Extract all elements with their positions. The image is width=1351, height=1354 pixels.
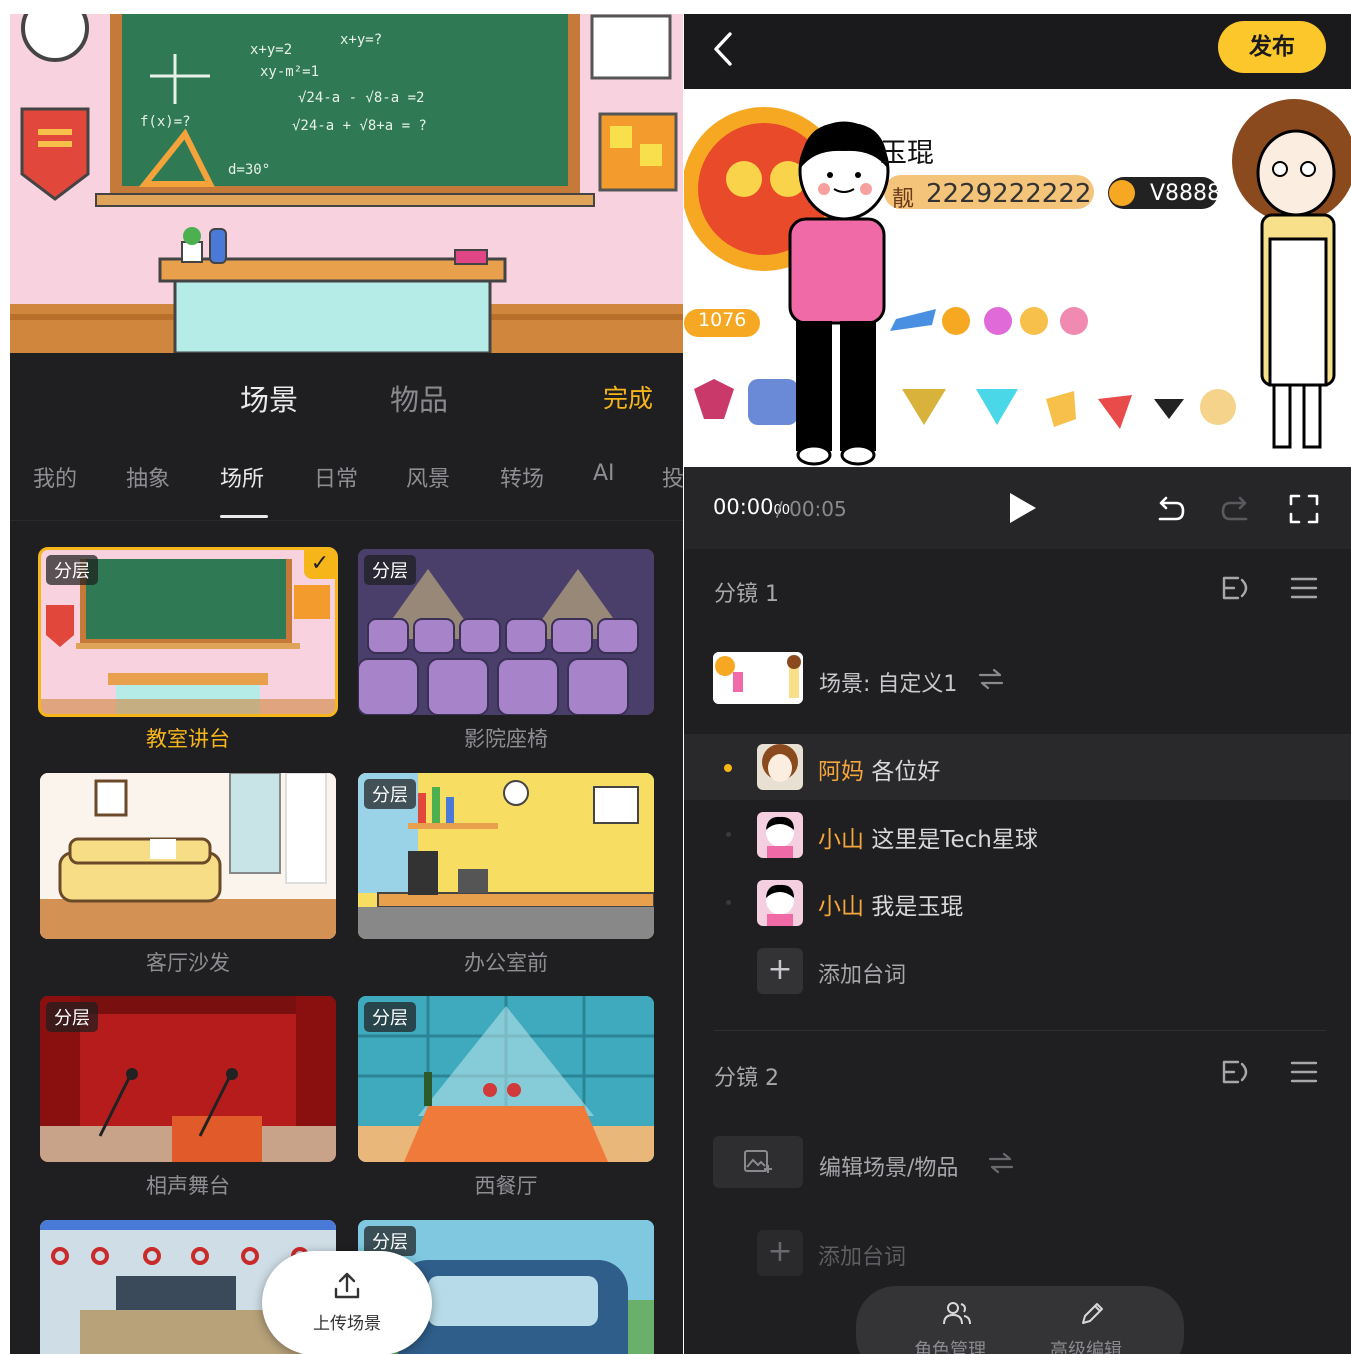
total-time: / 00:05 [776,497,847,521]
scene-thumbnail[interactable] [713,652,803,704]
bottom-toolbar: 角色管理 高级编辑 [856,1286,1184,1354]
layer-badge: 分层 [46,555,98,585]
edit-scene-label[interactable]: 编辑场景/物品 [819,1150,958,1182]
scene-label-classroom: 教室讲台 [146,727,230,751]
layer-badge: 分层 [364,555,416,585]
scene-card-office[interactable]: 分层 [358,773,654,939]
scene-preview: x+y=2 x+y=? xy-m²=1 √24-a - √8-a =2 √24-… [10,14,683,353]
category-tab-more[interactable]: 投 [662,461,683,493]
publish-button[interactable]: 发布 [1218,21,1326,73]
pencil-icon [1082,1303,1103,1324]
avatar-xiaoshan [757,812,803,858]
classroom-illustration: x+y=2 x+y=? xy-m²=1 √24-a - √8-a =2 √24-… [10,14,683,353]
scene-card-living-room[interactable] [40,773,336,939]
dialogue-line[interactable]: 阿妈 各位好 [818,752,940,786]
living-room-thumbnail [40,773,336,939]
advanced-edit-button[interactable]: 高级编辑 [1042,1286,1142,1354]
scene-label[interactable]: 场景: 自定义1 [819,666,957,698]
playback-bar: 00:0000 / 00:05 [684,467,1351,549]
board-text-1: x+y=2 [250,42,292,58]
scene-label-western-restaurant: 西餐厅 [474,1174,538,1198]
fullscreen-icon[interactable] [1288,493,1320,525]
scene-card-classroom[interactable]: 分层 ✓ [38,547,338,717]
edit-scene-placeholder[interactable] [713,1136,803,1188]
add-line-button[interactable]: + [757,1230,803,1276]
play-icon[interactable] [1006,491,1038,525]
role-management-button[interactable]: 角色管理 [906,1286,1006,1354]
tab-scene[interactable]: 场景 [240,377,298,419]
category-tab-abstract[interactable]: 抽象 [126,461,170,493]
category-underline [220,515,268,518]
done-button[interactable]: 完成 [603,379,653,415]
preview-id-prefix: 靓 [892,187,915,212]
preview-name: 玉琨 [880,138,934,169]
advanced-edit-label: 高级编辑 [1050,1340,1122,1354]
board-text-4: √24-a - √8-a =2 [298,90,424,106]
shot-divider [714,1030,1326,1031]
top-bar: 发布 [684,14,1351,89]
shot-1-title: 分镜 1 [714,582,779,607]
scene-label-comedy-stage: 相声舞台 [146,1174,230,1198]
scene-label-cinema: 影院座椅 [464,727,548,751]
avatar-xiaoshan [757,880,803,926]
swap-icon[interactable] [978,668,1004,690]
preview-id: 2229222222 [926,179,1092,209]
check-icon: ✓ [304,549,336,579]
board-text-6: f(x)=? [140,114,191,130]
layer-badge: 分层 [46,1002,98,1032]
upload-scene-label: 上传场景 [313,1314,381,1334]
role-management-label: 角色管理 [914,1340,986,1354]
add-line-button[interactable]: + [757,948,803,994]
menu-icon[interactable] [1290,574,1318,602]
board-text-3: xy-m²=1 [260,64,319,80]
upload-scene-button[interactable]: 上传场景 [262,1251,432,1354]
shot-2-title: 分镜 2 [714,1066,779,1091]
scene-card-comedy-stage[interactable]: 分层 [40,996,336,1162]
scene-thumbnail-image [713,652,803,704]
scene-card-cinema[interactable]: 分层 [358,549,654,715]
add-line-label[interactable]: 添加台词 [818,957,906,989]
scene-label-office: 办公室前 [464,951,548,975]
preview-illustration [684,89,1351,467]
layer-badge: 分层 [364,779,416,809]
active-dot [724,764,732,772]
dialogue-line[interactable]: 小山 这里是Tech星球 [818,820,1038,854]
add-line-label[interactable]: 添加台词 [818,1239,906,1271]
inactive-dot [726,900,731,905]
board-text-5: √24-a + √8+a = ? [292,118,427,134]
dialogue-line[interactable]: 小山 我是玉琨 [818,887,963,921]
split-icon[interactable] [1220,1056,1252,1088]
category-tab-mine[interactable]: 我的 [33,461,77,493]
users-icon [943,1302,971,1325]
undo-icon[interactable] [1154,493,1186,525]
layer-badge: 分层 [364,1002,416,1032]
preview-vip: V8888 [1150,181,1222,206]
category-divider [10,520,683,521]
redo-icon[interactable] [1220,493,1252,525]
scene-picker-panel: 场景 物品 完成 我的 抽象 场所 日常 风景 转场 AI 投 分层 ✓ 教室讲… [10,353,683,1354]
editor-panel: 发布 玉琨 靓 2229222222 V8888 1076 00:0000 / … [684,14,1351,1354]
upload-icon [334,1272,360,1299]
category-tab-places[interactable]: 场所 [220,461,264,493]
tab-props[interactable]: 物品 [390,377,448,419]
inactive-dot [726,832,731,837]
scene-card-western-restaurant[interactable]: 分层 [358,996,654,1162]
preview-level-number: 1076 [698,309,747,331]
avatar-ama [757,744,803,790]
menu-icon[interactable] [1290,1058,1318,1086]
board-text-7: d=30° [228,162,270,178]
category-tab-scenery[interactable]: 风景 [406,461,450,493]
image-add-icon [744,1150,772,1173]
scene-label-living-room: 客厅沙发 [146,951,230,975]
swap-icon[interactable] [988,1152,1014,1174]
video-preview[interactable]: 玉琨 靓 2229222222 V8888 1076 [684,89,1351,467]
category-tab-transition[interactable]: 转场 [500,461,544,493]
board-text-2: x+y=? [340,32,382,48]
split-icon[interactable] [1220,572,1252,604]
category-tab-daily[interactable]: 日常 [314,461,358,493]
back-arrow-icon[interactable] [710,30,736,68]
category-tab-ai[interactable]: AI [593,461,615,486]
